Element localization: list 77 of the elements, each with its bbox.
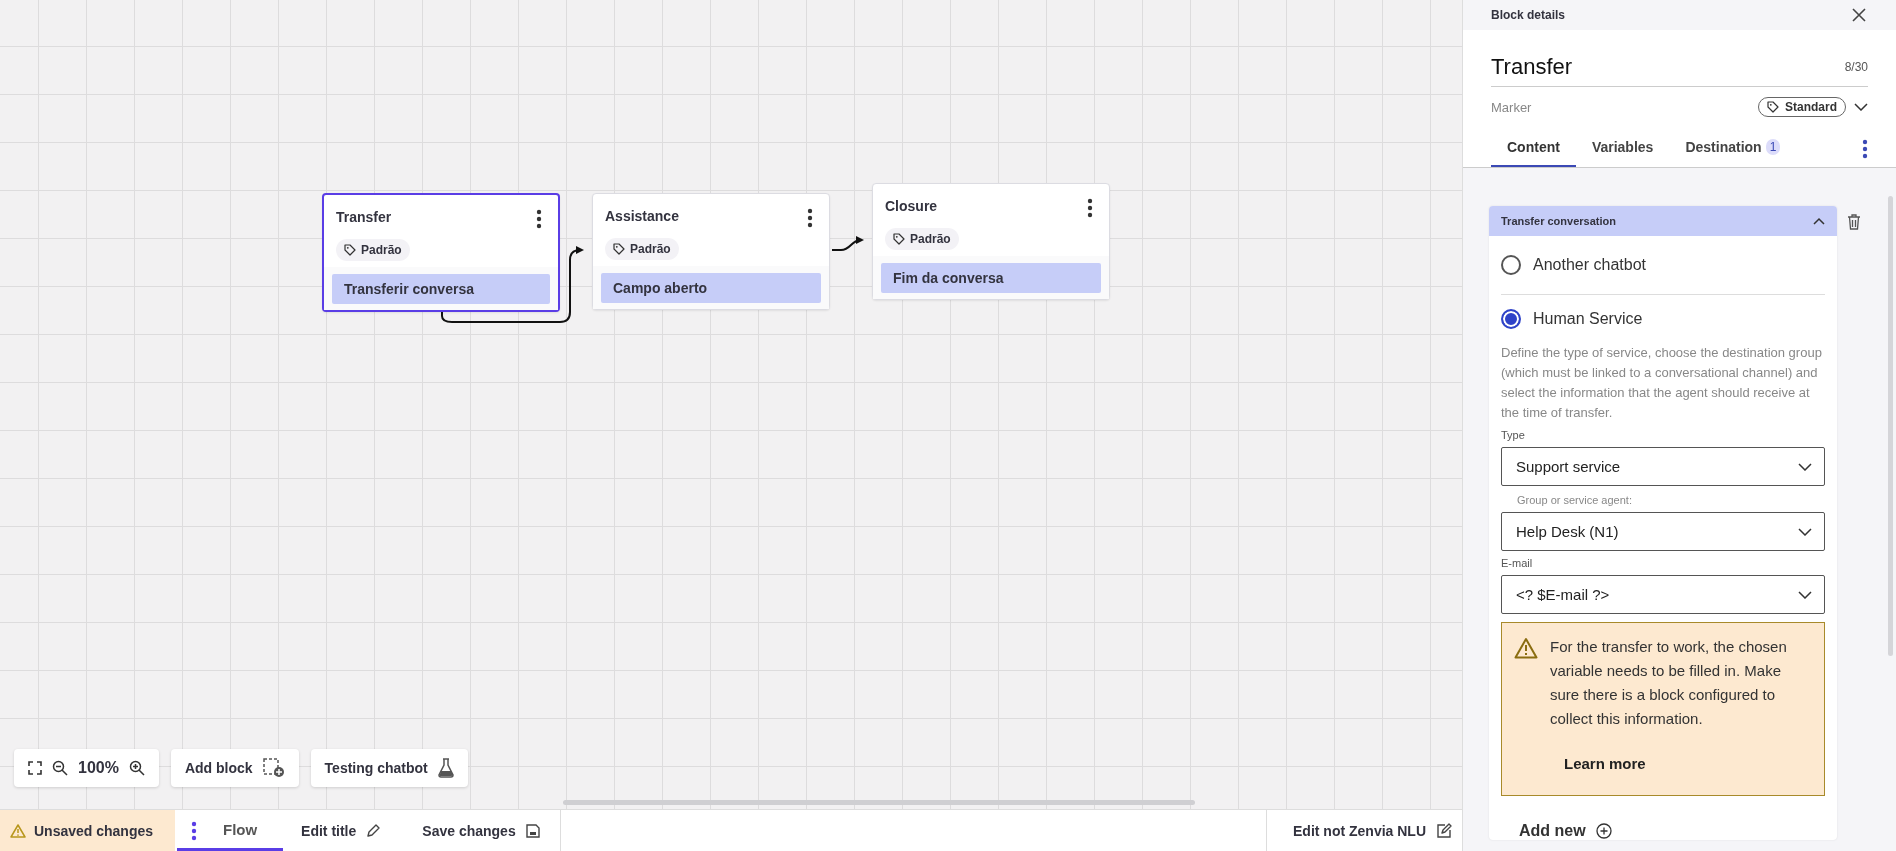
chevron-up-icon[interactable] <box>1813 217 1825 225</box>
scrollbar[interactable] <box>563 800 1195 805</box>
learn-more-link[interactable]: Learn more <box>1564 755 1646 772</box>
warning-icon <box>10 823 26 838</box>
select-value: <? $E-mail ?> <box>1516 586 1610 603</box>
select-value: Support service <box>1516 458 1621 475</box>
panel-header: Block details <box>1491 8 1566 22</box>
scrollbar[interactable] <box>1888 196 1893 656</box>
more-options-icon[interactable] <box>536 209 542 229</box>
close-icon[interactable] <box>1852 8 1866 22</box>
testing-chatbot-button[interactable]: Testing chatbot <box>310 749 468 787</box>
radio-button[interactable] <box>1501 309 1521 329</box>
chevron-down-icon <box>1798 590 1812 599</box>
tag-icon <box>1767 101 1779 113</box>
save-changes-button[interactable]: Save changes <box>400 810 560 851</box>
tag-label: Standard <box>1785 100 1837 114</box>
more-options-icon[interactable] <box>1862 139 1868 159</box>
add-block-icon <box>262 758 285 778</box>
chevron-down-icon <box>1798 462 1812 471</box>
tag-icon <box>613 243 625 255</box>
save-icon <box>525 823 540 838</box>
connector-arrow <box>831 236 864 251</box>
status-text: Unsaved changes <box>34 822 154 839</box>
content-chip[interactable]: Campo aberto <box>601 273 821 303</box>
select-field[interactable]: Help Desk (N1) <box>1501 512 1825 551</box>
tag-icon <box>344 244 356 256</box>
select-field[interactable]: Support service <box>1501 447 1825 486</box>
select-field[interactable]: <? $E-mail ?> <box>1501 575 1825 614</box>
flow-block[interactable]: Transfer Padrão Transferir conversa <box>322 193 560 312</box>
tag-icon <box>893 233 905 245</box>
block-title: Transfer <box>336 209 392 227</box>
warning-icon <box>1514 637 1538 659</box>
add-block-button[interactable]: Add block <box>170 749 299 787</box>
tag-label: Padrão <box>910 232 951 246</box>
select-value: Help Desk (N1) <box>1516 523 1619 540</box>
zoom-out-icon[interactable] <box>52 760 68 776</box>
flask-icon <box>437 758 454 778</box>
flow-tab[interactable]: Flow <box>177 810 284 851</box>
warning-text: For the transfer to work, the chosen variable needs to be filled in. Make sure there is a block configured to collect this information. <box>1550 637 1788 729</box>
section-title[interactable]: Transfer conversation <box>1501 215 1616 227</box>
edit-nlu-button[interactable]: Edit not Zenvia NLU <box>1267 810 1462 851</box>
content-chip[interactable]: Transferir conversa <box>332 274 550 304</box>
block-title: Closure <box>885 198 938 216</box>
panel-tab[interactable]: Destination 1 <box>1669 131 1797 167</box>
option-label: Human Service <box>1533 310 1643 328</box>
radio-button[interactable] <box>1501 255 1521 275</box>
edit-title-button[interactable]: Edit title <box>283 810 401 851</box>
zoom-level: 100% <box>78 759 119 777</box>
block-title: Assistance <box>605 208 679 226</box>
field-label: E-mail <box>1501 557 1534 569</box>
fit-screen-icon[interactable] <box>28 761 42 775</box>
panel-tab[interactable]: Content <box>1491 131 1576 167</box>
field-label: Group or service agent: <box>1516 494 1633 506</box>
pencil-icon <box>366 823 381 838</box>
character-counter: 8/30 <box>1844 60 1868 74</box>
chevron-down-icon <box>1798 527 1812 536</box>
flow-block[interactable]: Closure Padrão Fim da conversa <box>872 183 1110 300</box>
content-chip[interactable]: Fim da conversa <box>881 263 1101 293</box>
flow-block[interactable]: Assistance Padrão Campo aberto <box>592 193 830 310</box>
marker-label: Marker <box>1491 99 1532 115</box>
zoom-in-icon[interactable] <box>128 760 145 776</box>
plus-circle-icon[interactable] <box>1595 823 1612 839</box>
description-text: Define the type of service, choose the destination group (which must be linked to a conversational channel) and select the information that the agent should receive at the time of transfer. <box>1501 344 1823 422</box>
more-options-icon[interactable] <box>807 208 813 228</box>
more-options-icon[interactable] <box>1087 198 1093 218</box>
field-label: Type <box>1501 429 1526 441</box>
trash-icon[interactable] <box>1847 214 1861 230</box>
tag-label: Padrão <box>630 242 671 256</box>
count-badge: 1 <box>1765 139 1781 155</box>
more-options-icon[interactable] <box>191 820 198 841</box>
block-name-field[interactable]: Transfer <box>1491 54 1573 80</box>
add-new-button[interactable]: Add new <box>1519 822 1586 840</box>
edit-icon <box>1436 822 1452 839</box>
tag-label: Padrão <box>361 243 402 257</box>
option-label: Another chatbot <box>1533 256 1646 274</box>
panel-tab[interactable]: Variables <box>1575 131 1670 167</box>
chevron-down-icon <box>1854 103 1868 111</box>
